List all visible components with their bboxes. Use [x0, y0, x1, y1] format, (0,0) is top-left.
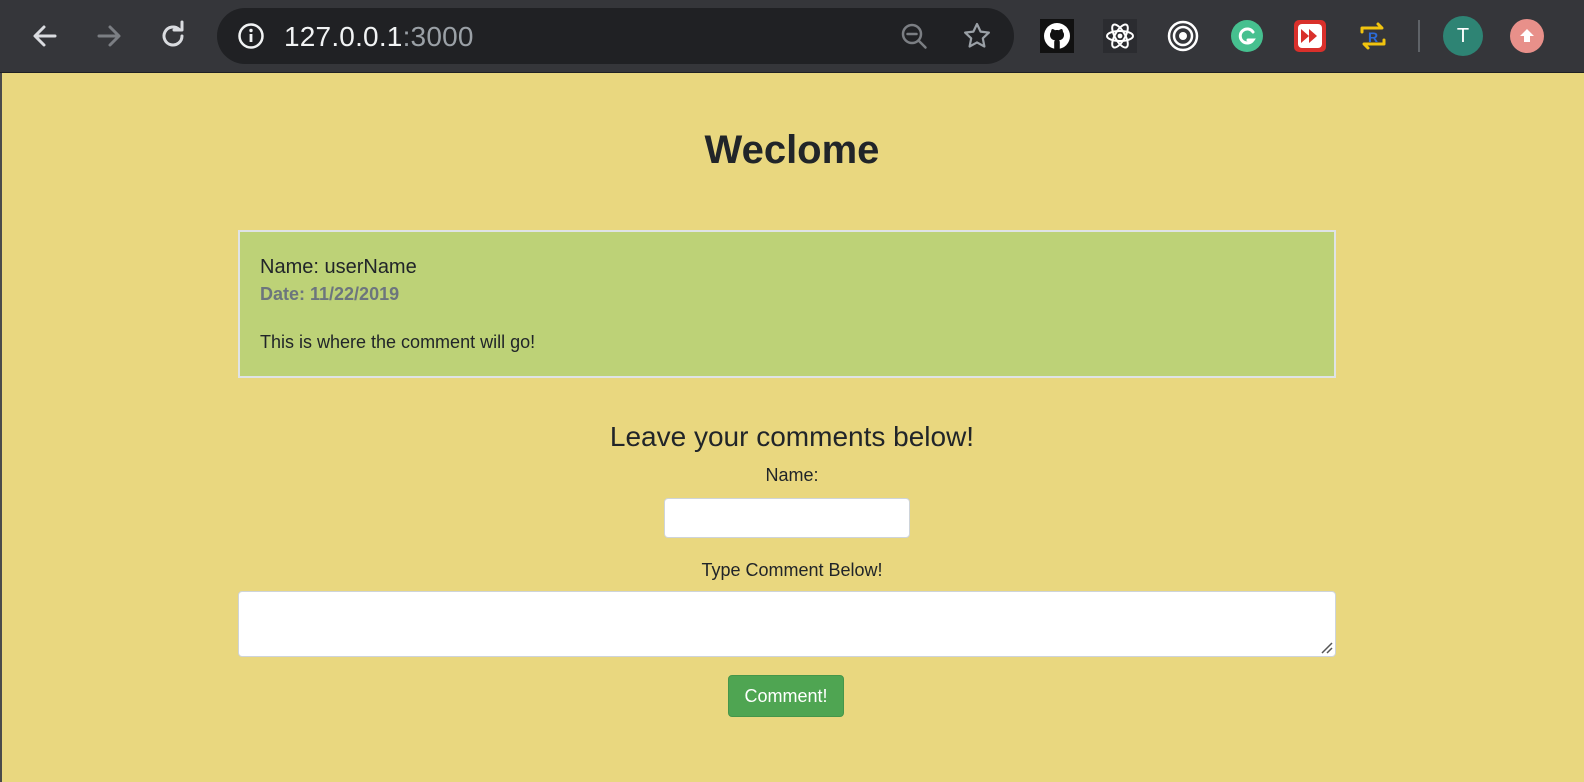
comment-author: Name: userName: [260, 256, 417, 278]
fast-forward-extension[interactable]: [1292, 18, 1328, 54]
reload-button[interactable]: [153, 16, 193, 56]
redux-extension[interactable]: R: [1355, 18, 1391, 54]
name-input[interactable]: [664, 498, 910, 538]
comment-text: This is where the comment will go!: [260, 332, 536, 352]
github-extension[interactable]: [1039, 18, 1075, 54]
resize-handle-icon[interactable]: [1319, 640, 1333, 654]
update-button[interactable]: [1510, 19, 1544, 53]
comment-textarea[interactable]: [238, 591, 1336, 657]
reload-icon: [162, 20, 184, 47]
target-icon: [1167, 20, 1199, 52]
profile-avatar[interactable]: T: [1443, 16, 1483, 56]
react-icon: [1103, 19, 1137, 53]
zoom-out-icon[interactable]: [900, 22, 928, 50]
name-label: Name:: [765, 465, 819, 485]
comment-date: Date: 11/22/2019: [260, 284, 400, 304]
svg-text:R: R: [1368, 29, 1378, 45]
forward-icon: [97, 25, 121, 47]
back-icon: [33, 25, 57, 47]
toolbar-divider: [1418, 20, 1420, 52]
react-devtools-extension[interactable]: [1102, 18, 1138, 54]
redux-icon: R: [1360, 22, 1386, 50]
back-button[interactable]: [25, 16, 65, 56]
page-title: Weclome: [704, 128, 880, 172]
star-icon[interactable]: [962, 21, 992, 51]
comment-submit-button[interactable]: Comment!: [728, 675, 844, 717]
url-text[interactable]: 127.0.0.1:3000: [284, 21, 474, 53]
info-icon[interactable]: [237, 22, 265, 50]
form-heading: Leave your comments below!: [609, 421, 975, 452]
fast-forward-icon: [1294, 20, 1326, 52]
comment-label: Type Comment Below!: [701, 560, 883, 580]
forward-button[interactable]: [89, 16, 129, 56]
comment-card: Name: userName Date: 11/22/2019 This is …: [238, 230, 1336, 378]
update-icon: [1520, 29, 1534, 42]
github-icon: [1040, 19, 1074, 53]
browser-toolbar: 127.0.0.1:3000 R T: [0, 0, 1584, 73]
address-bar[interactable]: 127.0.0.1:3000: [217, 8, 1014, 64]
grammarly-icon: [1231, 20, 1263, 52]
grammarly-extension[interactable]: [1229, 18, 1265, 54]
target-extension[interactable]: [1165, 18, 1201, 54]
